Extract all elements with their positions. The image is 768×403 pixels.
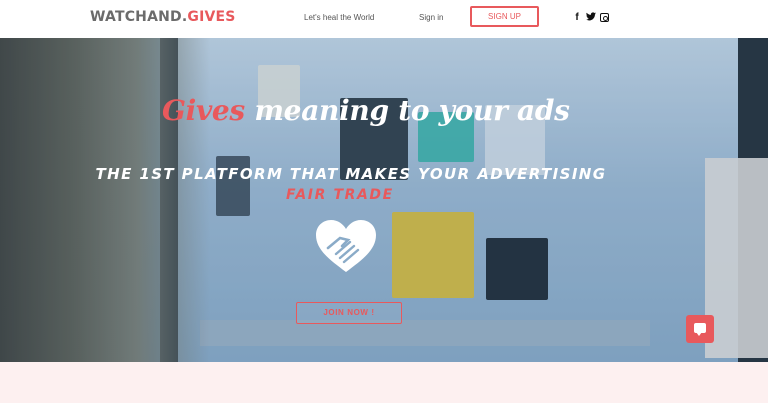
join-now-button[interactable]: JOIN NOW ! (296, 302, 402, 324)
site-logo[interactable]: WATCHAND.GIVES (90, 9, 236, 25)
nav-link-heal-world[interactable]: Let's heal the World (304, 13, 374, 22)
next-section-strip (0, 362, 768, 403)
logo-text-gives: GIVES (187, 9, 236, 25)
sign-up-button[interactable]: SIGN UP (470, 6, 539, 27)
hero-subheadline-accent: FAIR TRADE (286, 187, 394, 203)
hero-section: Gives meaning to your ads THE 1ST PLATFO… (0, 38, 768, 362)
heart-handshake-icon (316, 220, 376, 272)
hero-subheadline: THE 1ST PLATFORM THAT MAKES YOUR ADVERTI… (95, 165, 607, 183)
instagram-icon[interactable] (600, 12, 610, 23)
facebook-icon[interactable]: f (572, 12, 582, 23)
hero-headline: Gives meaning to your ads (162, 94, 570, 127)
twitter-bird-glyph (586, 12, 596, 21)
hero-headline-accent: Gives (162, 94, 245, 127)
chat-bubble-icon (694, 323, 706, 336)
logo-text-watchand: WATCHAND. (90, 9, 188, 25)
nav-link-sign-in[interactable]: Sign in (419, 13, 443, 22)
hero-headline-rest: meaning to your ads (244, 94, 570, 127)
twitter-icon[interactable] (586, 12, 596, 23)
site-header: WATCHAND.GIVES Let's heal the World Sign… (0, 0, 768, 38)
chat-button[interactable] (686, 315, 714, 343)
instagram-glyph (600, 13, 609, 22)
